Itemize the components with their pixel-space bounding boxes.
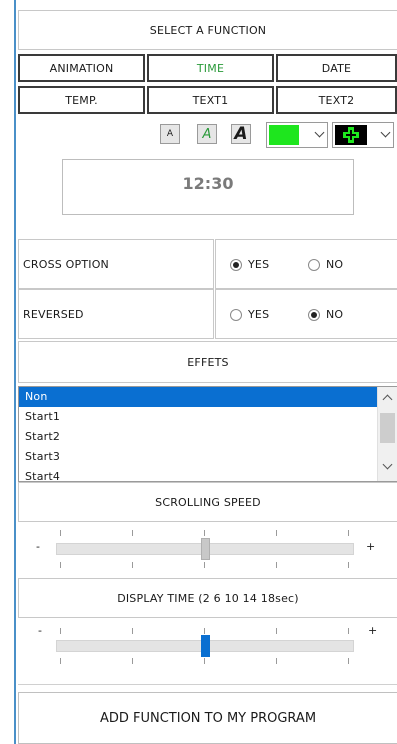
effects-listbox[interactable]: Non Start1 Start2 Start3 Start4: [18, 386, 397, 482]
chevron-up-icon[interactable]: [382, 394, 393, 405]
scrolling-speed-slider-area: - +: [18, 522, 397, 576]
large-a-label: A: [234, 124, 248, 144]
display-time-slider-thumb[interactable]: [200, 635, 210, 657]
cross-option-no-radio[interactable]: NO: [308, 258, 343, 271]
small-a-label: A: [166, 129, 174, 139]
list-item[interactable]: Non: [19, 387, 377, 407]
large-text-button[interactable]: A: [231, 124, 251, 144]
function-button-animation[interactable]: ANIMATION: [18, 54, 145, 82]
chevron-down-icon: [380, 127, 391, 138]
function-button-time[interactable]: TIME: [147, 54, 274, 82]
reversed-no-label: NO: [326, 308, 344, 321]
cross-option-choice-cell: YES NO: [215, 239, 397, 289]
function-button-temp[interactable]: TEMP.: [18, 86, 145, 114]
italic-text-button[interactable]: A: [197, 124, 217, 144]
add-function-label: ADD FUNCTION TO MY PROGRAM: [99, 710, 317, 726]
scrolling-speed-header: SCROLLING SPEED: [18, 482, 397, 522]
display-time-slider-area: - +: [18, 618, 397, 674]
preview-text: 12:30: [182, 174, 234, 193]
function-button-date[interactable]: DATE: [276, 54, 397, 82]
list-item[interactable]: Start1: [19, 407, 377, 427]
cross-option-yes-label: YES: [248, 258, 270, 271]
left-frame-border: [14, 0, 16, 744]
reversed-no-radio[interactable]: NO: [308, 308, 343, 321]
color-picker-dropdown[interactable]: [266, 122, 328, 148]
header-title: SELECT A FUNCTION: [149, 23, 267, 37]
function-button-text2[interactable]: TEXT2: [276, 86, 397, 114]
cross-option-label: CROSS OPTION: [23, 257, 109, 271]
effects-scrollbar[interactable]: [377, 387, 397, 481]
cross-option-no-label: NO: [326, 258, 344, 271]
select-function-header: SELECT A FUNCTION: [18, 10, 397, 50]
plus-label: +: [366, 540, 376, 553]
list-item[interactable]: Start3: [19, 447, 377, 467]
list-item[interactable]: Start2: [19, 427, 377, 447]
divider: [18, 684, 397, 685]
text-preview-box: 12:30: [62, 159, 354, 215]
effects-title: EFFETS: [187, 355, 229, 369]
reversed-yes-radio[interactable]: YES: [230, 308, 269, 321]
color-swatch: [269, 125, 299, 145]
scrollbar-thumb[interactable]: [380, 413, 395, 443]
radio-unselected: [308, 258, 320, 271]
reversed-label-cell: REVERSED: [18, 289, 214, 339]
function-button-text1[interactable]: TEXT1: [147, 86, 274, 114]
add-function-button[interactable]: ADD FUNCTION TO MY PROGRAM: [18, 692, 397, 744]
small-text-button[interactable]: A: [160, 124, 180, 144]
display-time-header: DISPLAY TIME (2 6 10 14 18sec): [18, 578, 397, 618]
scrolling-speed-title: SCROLLING SPEED: [155, 495, 261, 509]
minus-label: -: [36, 540, 41, 553]
reversed-label: REVERSED: [23, 307, 84, 321]
radio-selected: [308, 308, 320, 321]
chevron-down-icon: [314, 127, 325, 138]
effects-header: EFFETS: [18, 341, 397, 383]
radio-selected: [230, 258, 242, 271]
reversed-choice-cell: YES NO: [215, 289, 397, 339]
scrolling-speed-slider-thumb[interactable]: [200, 538, 210, 560]
cross-picker-dropdown[interactable]: [332, 122, 394, 148]
list-item[interactable]: Start4: [19, 467, 377, 481]
chevron-down-icon[interactable]: [382, 459, 393, 470]
plus-label: +: [368, 624, 378, 637]
italic-a-label: A: [202, 126, 212, 142]
reversed-yes-label: YES: [248, 308, 270, 321]
radio-unselected: [230, 308, 242, 321]
cross-option-yes-radio[interactable]: YES: [230, 258, 269, 271]
minus-label: -: [38, 624, 43, 637]
cross-option-label-cell: CROSS OPTION: [18, 239, 214, 289]
green-cross-icon: [343, 127, 359, 143]
display-time-title: DISPLAY TIME (2 6 10 14 18sec): [117, 591, 299, 605]
cross-swatch: [335, 125, 367, 145]
